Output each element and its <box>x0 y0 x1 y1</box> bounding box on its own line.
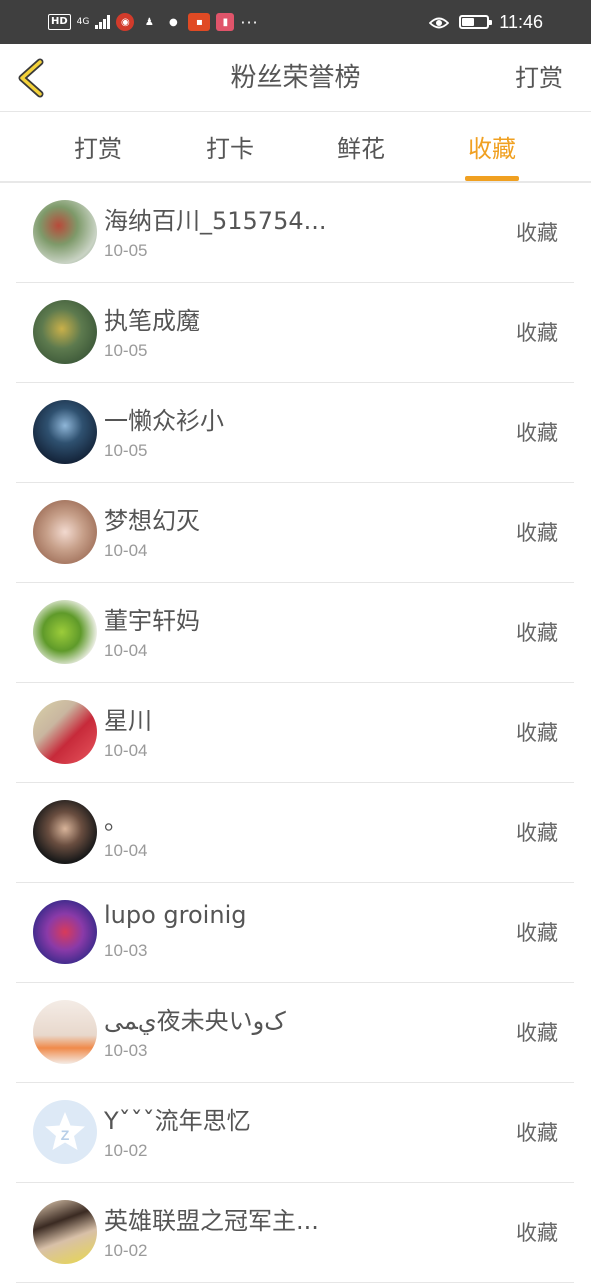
fan-name: 一懒众衫小 <box>104 407 224 435</box>
fan-name: 英雄联盟之冠军主... <box>104 1207 319 1235</box>
clock-time: 11:46 <box>499 11 543 32</box>
fan-name: 海纳百川_515754... <box>104 207 327 235</box>
fan-date: 10-05 <box>104 341 148 360</box>
top-nav-bar: 粉丝荣誉榜 打赏 <box>0 44 591 112</box>
fan-name: 执笔成魔 <box>104 307 200 335</box>
signal-icon <box>95 15 111 29</box>
fan-action-label: 收藏 <box>516 1121 558 1145</box>
fan-list: 海纳百川_515754... 10-05 收藏 执笔成魔 10-05 收藏 一懒… <box>0 183 591 1283</box>
fan-date: 10-03 <box>104 941 148 960</box>
list-item[interactable]: 执笔成魔 10-05 收藏 <box>16 283 574 383</box>
avatar <box>33 700 97 764</box>
list-item[interactable]: 。 10-04 收藏 <box>16 783 574 883</box>
avatar <box>33 300 97 364</box>
fan-action-label: 收藏 <box>516 521 558 545</box>
svg-text:Z: Z <box>61 1127 70 1143</box>
list-item[interactable]: 英雄联盟之冠军主... 10-02 收藏 <box>16 1183 574 1283</box>
fan-action-label: 收藏 <box>516 921 558 945</box>
avatar <box>33 1000 97 1064</box>
tab-checkin[interactable]: 打卡 <box>170 113 290 183</box>
qq-icon: ♟ <box>144 16 154 28</box>
fan-date: 10-03 <box>104 1041 148 1060</box>
eye-comfort-icon <box>429 15 450 29</box>
fan-name: 董宇轩妈 <box>104 607 200 635</box>
fan-date: 10-05 <box>104 441 148 460</box>
list-item[interactable]: 海纳百川_515754... 10-05 收藏 <box>16 183 574 283</box>
hd-indicator: HD <box>48 14 71 30</box>
fan-action-label: 收藏 <box>516 821 558 845</box>
fan-action-label: 收藏 <box>516 721 558 745</box>
fan-date: 10-02 <box>104 1241 148 1260</box>
fan-name: 梦想幻灭 <box>104 507 200 535</box>
list-item[interactable]: ﻱﻤﻰ夜未央いکﻭ 10-03 收藏 <box>16 983 574 1083</box>
list-item[interactable]: 董宇轩妈 10-04 收藏 <box>16 583 574 683</box>
fan-name: Yˇˇˇ流年思忆 <box>104 1107 251 1135</box>
default-avatar-star-icon: Z <box>45 1112 85 1150</box>
list-item[interactable]: Z Yˇˇˇ流年思忆 10-02 收藏 <box>16 1083 574 1183</box>
avatar <box>33 1200 97 1264</box>
status-bar-left: HD 4G ◉ ♟ ● ▪ ▮ ··· <box>48 10 259 34</box>
fan-date: 10-04 <box>104 541 148 560</box>
tab-favorites[interactable]: 收藏 <box>432 113 552 183</box>
avatar <box>33 600 97 664</box>
avatar: Z <box>33 1100 97 1164</box>
fan-action-label: 收藏 <box>516 621 558 645</box>
tab-flowers[interactable]: 鲜花 <box>301 113 421 183</box>
list-item[interactable]: 梦想幻灭 10-04 收藏 <box>16 483 574 583</box>
fan-action-label: 收藏 <box>516 421 558 445</box>
fan-name: lupo groinig <box>104 901 247 929</box>
fan-name: 。 <box>104 807 128 835</box>
status-bar-right: 11:46 <box>429 10 543 34</box>
notification-app-icon: ◉ <box>116 13 135 31</box>
book-app-icon: ▮ <box>216 13 235 31</box>
status-bar: HD 4G ◉ ♟ ● ▪ ▮ ··· 11:46 <box>0 0 591 44</box>
fan-date: 10-05 <box>104 241 148 260</box>
notification-app-icon: ▪ <box>188 13 211 31</box>
fan-name: 星川 <box>104 707 152 735</box>
tab-bar: 打赏 打卡 鲜花 收藏 <box>0 113 591 183</box>
message-bubble-icon: ● <box>169 16 178 28</box>
fan-action-label: 收藏 <box>516 1021 558 1045</box>
avatar <box>33 500 97 564</box>
avatar <box>33 900 97 964</box>
page-title: 粉丝荣誉榜 <box>230 63 361 93</box>
network-gen-indicator: 4G <box>76 17 90 27</box>
fan-action-label: 收藏 <box>516 321 558 345</box>
avatar <box>33 800 97 864</box>
fan-date: 10-02 <box>104 1141 148 1160</box>
tab-tip[interactable]: 打赏 <box>38 113 158 183</box>
fan-action-label: 收藏 <box>516 221 558 245</box>
battery-icon <box>459 15 493 29</box>
fan-date: 10-04 <box>104 641 148 660</box>
fan-name: ﻱﻤﻰ夜未央いکﻭ <box>104 1007 286 1035</box>
fan-action-label: 收藏 <box>516 1221 558 1245</box>
avatar <box>33 200 97 264</box>
avatar <box>33 400 97 464</box>
fan-date: 10-04 <box>104 841 148 860</box>
fan-date: 10-04 <box>104 741 148 760</box>
list-item[interactable]: 星川 10-04 收藏 <box>16 683 574 783</box>
more-notifications-icon: ··· <box>240 12 259 32</box>
tip-button[interactable]: 打赏 <box>515 44 563 112</box>
list-item[interactable]: lupo groinig 10-03 收藏 <box>16 883 574 983</box>
active-tab-indicator <box>465 176 519 181</box>
list-item[interactable]: 一懒众衫小 10-05 收藏 <box>16 383 574 483</box>
